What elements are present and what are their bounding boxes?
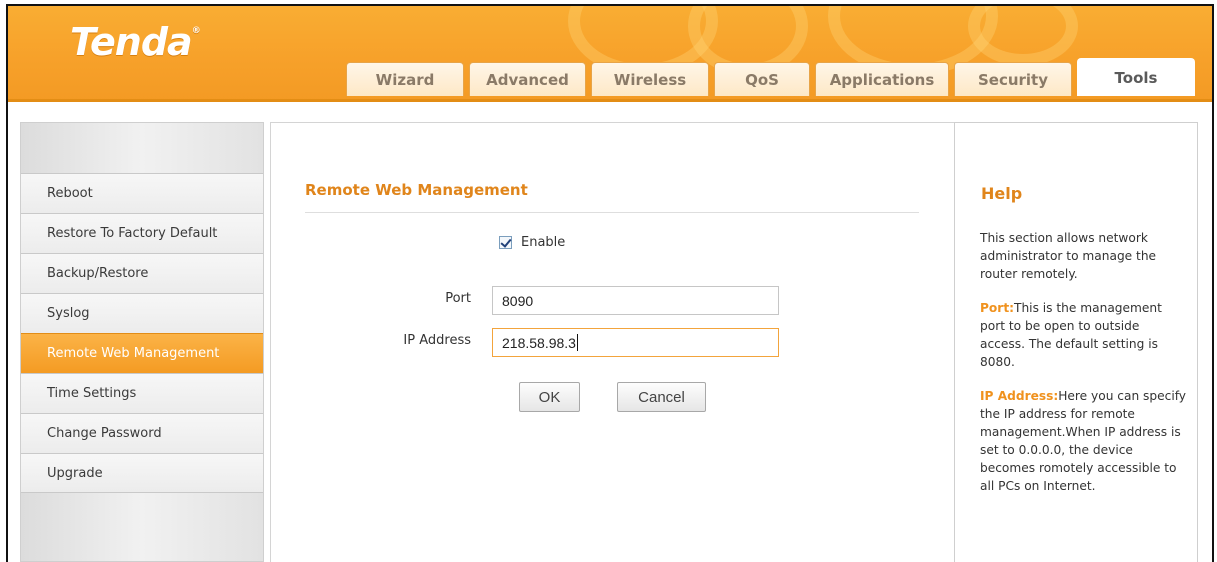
sidebar-item-upgrade[interactable]: Upgrade xyxy=(21,453,263,493)
help-port: Port:This is the management port to be o… xyxy=(980,299,1188,371)
sidebar-item-remote-web-management[interactable]: Remote Web Management xyxy=(21,333,263,373)
help-title: Help xyxy=(981,184,1023,203)
enable-row: Enable xyxy=(499,235,565,250)
sidebar-menu: Reboot Restore To Factory Default Backup… xyxy=(21,173,263,493)
tab-qos[interactable]: QoS xyxy=(714,62,810,96)
sidebar-item-time-settings[interactable]: Time Settings xyxy=(21,373,263,413)
decorative-swirl xyxy=(968,6,1078,66)
tab-applications[interactable]: Applications xyxy=(815,62,949,96)
tenda-logo: Tenda® xyxy=(70,20,201,64)
help-ip: IP Address:Here you can specify the IP a… xyxy=(980,387,1188,495)
tab-tools[interactable]: Tools xyxy=(1077,58,1195,96)
main-panel: Remote Web Management Enable Port 8090 I… xyxy=(270,122,954,562)
sidebar-item-reboot[interactable]: Reboot xyxy=(21,173,263,213)
port-label: Port xyxy=(445,291,471,306)
tab-security[interactable]: Security xyxy=(954,62,1072,96)
enable-checkbox[interactable] xyxy=(499,236,512,249)
help-intro: This section allows network administrato… xyxy=(980,231,1157,281)
ip-address-label: IP Address xyxy=(403,333,471,348)
sidebar-item-restore-factory-default[interactable]: Restore To Factory Default xyxy=(21,213,263,253)
sidebar-item-backup-restore[interactable]: Backup/Restore xyxy=(21,253,263,293)
tab-wizard[interactable]: Wizard xyxy=(346,62,464,96)
help-panel: Help This section allows network adminis… xyxy=(954,122,1198,562)
cancel-button[interactable]: Cancel xyxy=(617,382,706,412)
tab-advanced[interactable]: Advanced xyxy=(469,62,586,96)
sidebar: Reboot Restore To Factory Default Backup… xyxy=(20,122,264,562)
help-port-keyword: Port: xyxy=(980,301,1015,315)
page-title: Remote Web Management xyxy=(305,181,528,199)
port-value: 8090 xyxy=(502,292,534,309)
sidebar-item-syslog[interactable]: Syslog xyxy=(21,293,263,333)
help-ip-keyword: IP Address: xyxy=(980,389,1059,403)
help-body: This section allows network administrato… xyxy=(980,229,1188,511)
help-ip-text: Here you can specify the IP address for … xyxy=(980,389,1187,493)
title-divider xyxy=(305,212,919,213)
header-divider xyxy=(8,99,1212,102)
sidebar-item-change-password[interactable]: Change Password xyxy=(21,413,263,453)
text-caret xyxy=(576,334,578,351)
ok-button[interactable]: OK xyxy=(519,382,580,412)
port-field[interactable]: 8090 xyxy=(492,286,779,315)
ip-address-field[interactable]: 218.58.98.3 xyxy=(492,328,779,357)
tab-wireless[interactable]: Wireless xyxy=(591,62,709,96)
ip-address-value: 218.58.98.3 xyxy=(502,334,576,351)
enable-label: Enable xyxy=(521,235,566,250)
top-nav-tabs: Wizard Advanced Wireless QoS Application… xyxy=(346,58,1200,96)
